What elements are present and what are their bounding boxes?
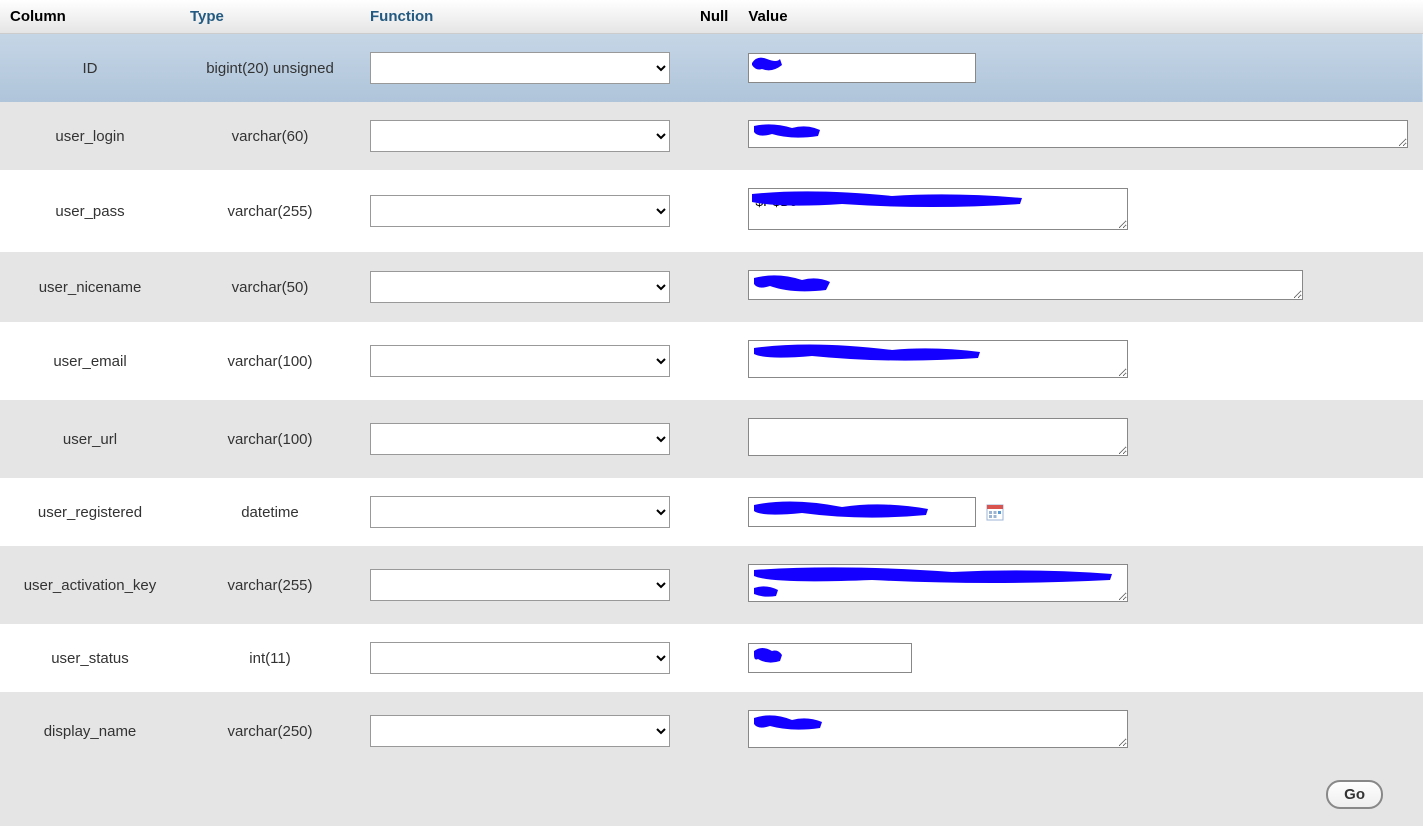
value-textarea[interactable] (748, 120, 1408, 148)
function-select[interactable] (370, 569, 670, 601)
header-column: Column (0, 0, 180, 34)
value-cell (738, 102, 1423, 170)
column-type: int(11) (180, 624, 360, 692)
column-type: varchar(60) (180, 102, 360, 170)
null-cell (690, 478, 738, 546)
function-cell (360, 322, 690, 400)
header-type[interactable]: Type (180, 0, 360, 34)
column-type: varchar(50) (180, 252, 360, 322)
function-select[interactable] (370, 715, 670, 747)
value-textarea[interactable] (748, 564, 1128, 602)
function-select[interactable] (370, 271, 670, 303)
null-cell (690, 692, 738, 770)
footer-bar: Go (0, 770, 1423, 826)
function-cell (360, 400, 690, 478)
function-cell (360, 252, 690, 322)
null-cell (690, 400, 738, 478)
column-type: datetime (180, 478, 360, 546)
column-name: user_nicename (0, 252, 180, 322)
value-cell (738, 400, 1423, 478)
value-cell (738, 546, 1423, 624)
column-name: ID (0, 34, 180, 103)
function-select[interactable] (370, 345, 670, 377)
calendar-icon[interactable] (986, 503, 1004, 521)
function-select[interactable] (370, 52, 670, 84)
value-textarea[interactable]: $P$B3 (748, 188, 1128, 230)
column-name: user_login (0, 102, 180, 170)
function-select[interactable] (370, 195, 670, 227)
value-textarea[interactable] (748, 340, 1128, 378)
function-cell (360, 692, 690, 770)
value-textarea[interactable] (748, 710, 1128, 748)
edit-form-table: Column Type Function Null Value IDbigint… (0, 0, 1423, 770)
value-input[interactable] (748, 497, 976, 527)
function-cell (360, 624, 690, 692)
null-cell (690, 34, 738, 103)
value-cell: $P$B3 (738, 170, 1423, 252)
header-function[interactable]: Function (360, 0, 690, 34)
column-name: user_status (0, 624, 180, 692)
null-cell (690, 546, 738, 624)
null-cell (690, 624, 738, 692)
column-name: display_name (0, 692, 180, 770)
column-type: varchar(100) (180, 322, 360, 400)
row-user_registered: user_registereddatetime (0, 478, 1423, 546)
column-type: bigint(20) unsigned (180, 34, 360, 103)
value-cell (738, 34, 1423, 103)
value-cell (738, 252, 1423, 322)
row-ID: IDbigint(20) unsigned (0, 34, 1423, 103)
column-name: user_activation_key (0, 546, 180, 624)
column-name: user_registered (0, 478, 180, 546)
function-cell (360, 102, 690, 170)
column-name: user_email (0, 322, 180, 400)
header-row: Column Type Function Null Value (0, 0, 1423, 34)
value-cell (738, 478, 1423, 546)
row-user_pass: user_passvarchar(255) $P$B3 (0, 170, 1423, 252)
column-name: user_pass (0, 170, 180, 252)
column-type: varchar(255) (180, 546, 360, 624)
column-name: user_url (0, 400, 180, 478)
function-cell (360, 478, 690, 546)
column-type: varchar(250) (180, 692, 360, 770)
value-input[interactable] (748, 53, 976, 83)
function-cell (360, 34, 690, 103)
function-select[interactable] (370, 423, 670, 455)
function-select[interactable] (370, 496, 670, 528)
row-user_status: user_statusint(11) (0, 624, 1423, 692)
value-cell (738, 692, 1423, 770)
header-null: Null (690, 0, 738, 34)
row-user_email: user_emailvarchar(100) (0, 322, 1423, 400)
function-select[interactable] (370, 642, 670, 674)
column-type: varchar(100) (180, 400, 360, 478)
null-cell (690, 252, 738, 322)
value-textarea[interactable] (748, 418, 1128, 456)
null-cell (690, 170, 738, 252)
column-type: varchar(255) (180, 170, 360, 252)
null-cell (690, 102, 738, 170)
value-textarea[interactable] (748, 270, 1303, 300)
row-display_name: display_namevarchar(250) (0, 692, 1423, 770)
value-input[interactable] (748, 643, 912, 673)
row-user_nicename: user_nicenamevarchar(50) (0, 252, 1423, 322)
null-cell (690, 322, 738, 400)
row-user_activation_key: user_activation_keyvarchar(255) (0, 546, 1423, 624)
function-cell (360, 170, 690, 252)
row-user_url: user_urlvarchar(100) (0, 400, 1423, 478)
value-cell (738, 624, 1423, 692)
function-cell (360, 546, 690, 624)
row-user_login: user_loginvarchar(60) (0, 102, 1423, 170)
header-value: Value (738, 0, 1423, 34)
go-button[interactable]: Go (1326, 780, 1383, 809)
value-cell (738, 322, 1423, 400)
function-select[interactable] (370, 120, 670, 152)
